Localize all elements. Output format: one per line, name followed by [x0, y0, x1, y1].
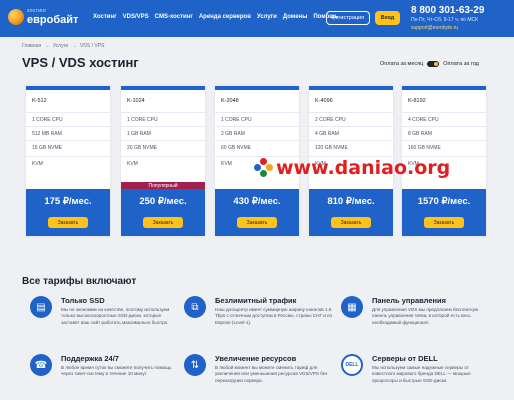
- feature-title: Панель управления: [372, 296, 447, 305]
- working-hours: Пн-Пт, Чт-Сб, 9-17 ч. по МСК: [411, 17, 479, 23]
- plan-spec-cpu: 4 CORE CPU: [402, 112, 486, 126]
- plan-card: K-512 1 CORE CPU 512 MB RAM 15 GB NVME K…: [26, 86, 110, 236]
- watermark-text: www.daniao.org: [276, 157, 451, 179]
- plan-spec-disk: 20 GB NVME: [121, 140, 205, 154]
- login-button[interactable]: Вход: [375, 11, 400, 25]
- logo-wordmark: евробайт: [27, 14, 79, 26]
- panel-icon: ▦: [341, 296, 363, 318]
- feature-description: Для управления VDS мы предлагаем бесплат…: [372, 307, 479, 325]
- plan-spec-cpu: 1 CORE CPU: [26, 112, 110, 126]
- plan-spec-ram: 4 GB RAM: [309, 126, 393, 140]
- billing-switch[interactable]: [427, 61, 440, 67]
- plan-footer: 810 ₽/мес. Заказать: [309, 189, 393, 236]
- plan-price: 175 ₽/мес.: [44, 196, 92, 207]
- plan-price: 810 ₽/мес.: [327, 196, 375, 207]
- plan-price: 430 ₽/мес.: [233, 196, 281, 207]
- plan-name: K-8192: [408, 98, 426, 104]
- feature-title: Поддержка 24/7: [61, 354, 119, 363]
- billing-yearly-label[interactable]: Оплата за год: [443, 61, 479, 67]
- site-header: хостинг евробайт Хостинг VDS/VPS CMS-хос…: [0, 0, 514, 37]
- breadcrumb-separator: →: [44, 43, 50, 49]
- nav-item-cms-hosting[interactable]: CMS-хостинг: [155, 14, 193, 20]
- eurobyte-logo[interactable]: хостинг евробайт: [8, 6, 84, 30]
- plan-accent: [26, 86, 110, 90]
- plan-spec-disk: 15 GB NVME: [26, 140, 110, 154]
- plan-spec-virt: KVM: [121, 156, 205, 170]
- included-section-title: Все тарифы включают: [22, 276, 137, 287]
- feature-title: Только SSD: [61, 296, 105, 305]
- phone-number[interactable]: 8 800 301-63-29: [411, 5, 484, 16]
- plan-name: K-1024: [127, 98, 145, 104]
- plan-spec-disk: 160 GB NVME: [402, 140, 486, 154]
- logo-globe-icon: [8, 9, 24, 25]
- dell-icon: DELL: [341, 354, 363, 376]
- plan-footer: 250 ₽/мес. Заказать: [121, 189, 205, 236]
- plan-accent: [309, 86, 393, 90]
- breadcrumb-separator: →: [71, 43, 77, 49]
- nav-item-vds-vps[interactable]: VDS/VPS: [123, 14, 149, 20]
- breadcrumb-current: VDS / VPS: [79, 43, 105, 49]
- plan-spec-ram: 8 GB RAM: [402, 126, 486, 140]
- resources-icon: ⇅: [184, 354, 206, 376]
- plan-accent: [121, 86, 205, 90]
- plan-spec-ram: 2 GB RAM: [215, 126, 299, 140]
- plan-price: 1570 ₽/мес.: [417, 196, 471, 207]
- breadcrumb-home[interactable]: Главная: [22, 43, 41, 49]
- nav-item-hosting[interactable]: Хостинг: [93, 14, 117, 20]
- plan-name: K-512: [32, 98, 47, 104]
- plan-card: K-1024 1 CORE CPU 1 GB RAM 20 GB NVME KV…: [121, 86, 205, 236]
- plan-spec-disk: 60 GB NVME: [215, 140, 299, 154]
- plan-spec-cpu: 1 CORE CPU: [215, 112, 299, 126]
- support-icon: ☎: [30, 354, 52, 376]
- plan-spec-ram: 512 MB RAM: [26, 126, 110, 140]
- plan-accent: [215, 86, 299, 90]
- network-icon: ⧉: [184, 296, 206, 318]
- order-button[interactable]: Заказать: [331, 217, 371, 228]
- billing-period-toggle[interactable]: Оплата за месяц Оплата за год: [380, 61, 479, 67]
- feature-title: Безлимитный трафик: [215, 296, 297, 305]
- main-nav: Хостинг VDS/VPS CMS-хостинг Аренда серве…: [93, 14, 338, 20]
- register-button[interactable]: Регистрация: [326, 11, 370, 25]
- order-button[interactable]: Заказать: [424, 217, 464, 228]
- feature-description: В любой момент вы можете сменить тариф д…: [215, 365, 328, 383]
- plan-footer: 175 ₽/мес. Заказать: [26, 189, 110, 236]
- nav-item-domains[interactable]: Домены: [283, 14, 307, 20]
- nav-item-server-rental[interactable]: Аренда серверов: [199, 14, 251, 20]
- plan-name: K-2048: [221, 98, 239, 104]
- order-button[interactable]: Заказать: [237, 217, 277, 228]
- feature-description: В любое время суток вы сможете получить …: [61, 365, 172, 377]
- order-button[interactable]: Заказать: [143, 217, 183, 228]
- plan-spec-cpu: 1 CORE CPU: [121, 112, 205, 126]
- plan-footer: 1570 ₽/мес. Заказать: [402, 189, 486, 236]
- plan-accent: [402, 86, 486, 90]
- watermark: www.daniao.org: [253, 157, 450, 179]
- feature-description: Мы не экономим на качестве, поэтому испо…: [61, 307, 170, 325]
- page-title: VPS / VDS хостинг: [22, 55, 139, 70]
- feature-description: Наш датацентр имеет суммарную ширину кан…: [215, 307, 333, 325]
- plan-spec-virt: KVM: [26, 156, 110, 170]
- plan-spec-cpu: 2 CORE CPU: [309, 112, 393, 126]
- plan-name: K-4096: [315, 98, 333, 104]
- watermark-flower-icon: [253, 158, 273, 178]
- breadcrumb-services[interactable]: Услуги: [53, 43, 68, 49]
- plan-footer: 430 ₽/мес. Заказать: [215, 189, 299, 236]
- plan-spec-disk: 120 GB NVME: [309, 140, 393, 154]
- feature-description: Мы используем самые надежные серверы от …: [372, 365, 471, 383]
- feature-title: Серверы от DELL: [372, 354, 438, 363]
- nav-item-services[interactable]: Услуги: [257, 14, 277, 20]
- feature-title: Увеличение ресурсов: [215, 354, 297, 363]
- plan-price: 250 ₽/мес.: [139, 196, 187, 207]
- breadcrumb: Главная → Услуги → VDS / VPS: [22, 43, 106, 49]
- billing-monthly-label[interactable]: Оплата за месяц: [380, 61, 423, 67]
- plan-spec-ram: 1 GB RAM: [121, 126, 205, 140]
- ssd-icon: ▤: [30, 296, 52, 318]
- support-email[interactable]: support@eurobyte.ru: [411, 25, 458, 31]
- order-button[interactable]: Заказать: [48, 217, 88, 228]
